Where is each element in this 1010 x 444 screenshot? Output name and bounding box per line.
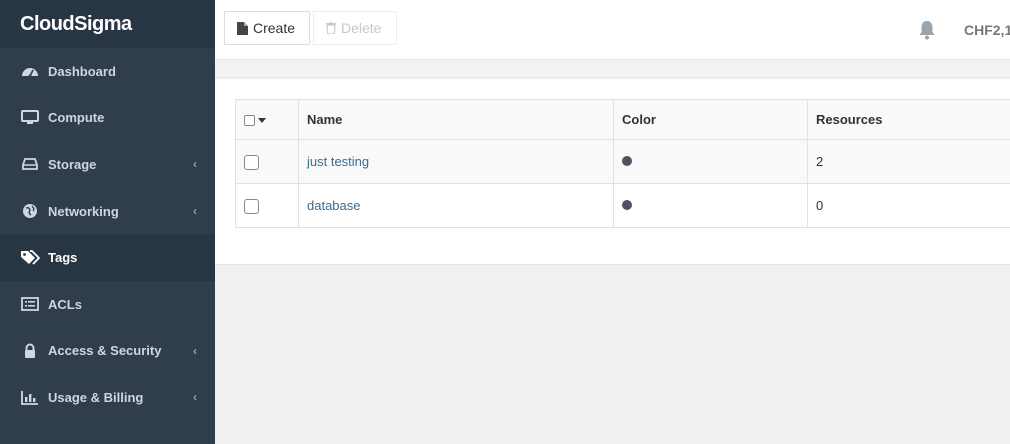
create-button-label: Create [253,20,296,36]
bar-chart-icon [20,389,40,405]
delete-button[interactable]: Delete [313,11,397,45]
top-bar: Create Delete CHF2,1 [215,0,1010,60]
row-checkbox[interactable] [244,154,259,170]
sidebar-item-storage[interactable]: Storage ‹ [0,141,215,188]
table-header-row: Name Color Resources [235,99,1010,140]
sidebar-item-label: Dashboard [48,63,116,79]
sidebar-item-dashboard[interactable]: Dashboard [0,48,215,95]
account-balance[interactable]: CHF2,1 [964,22,1010,38]
select-all-checkbox[interactable] [244,115,255,127]
tag-name-link[interactable]: just testing [307,154,369,169]
resources-count: 0 [807,183,1010,228]
sidebar-item-acls[interactable]: ACLs [0,281,215,328]
content-header-stripe [215,60,1010,78]
sidebar-item-networking[interactable]: Networking ‹ [0,188,215,235]
dashboard-icon [20,63,40,79]
delete-button-label: Delete [341,20,382,36]
tag-name-cell: just testing [298,139,614,184]
sidebar-item-label: Tags [48,250,78,266]
color-dot [622,156,632,166]
list-alt-icon [20,296,40,312]
column-header-name[interactable]: Name [298,99,614,140]
sidebar-item-label: Access & Security [48,343,162,359]
sidebar-item-tags[interactable]: Tags [0,234,215,281]
table-row[interactable]: just testing 2 [235,139,1010,184]
create-button[interactable]: Create [224,11,310,45]
sidebar-item-label: Networking [48,203,119,219]
column-header-color[interactable]: Color [613,99,808,140]
sidebar-item-label: Storage [48,156,97,172]
tags-icon [20,249,40,266]
logo[interactable]: CloudSigma [0,0,228,48]
row-checkbox-cell [235,183,299,228]
hard-drive-icon [20,156,40,172]
sidebar-item-compute[interactable]: Compute [0,95,215,142]
lock-icon [20,343,40,359]
color-dot [622,200,632,210]
tag-name-cell: database [298,183,614,228]
globe-icon [20,203,40,219]
sidebar-item-access-security[interactable]: Access & Security ‹ [0,328,215,375]
sidebar-item-label: Usage & Billing [48,389,144,405]
sidebar: CloudSigma Dashboard Compute Storage ‹ N… [0,0,228,444]
monitor-icon [20,110,40,126]
notifications-bell-icon[interactable] [918,20,936,43]
brand-name: CloudSigma [20,12,132,35]
tags-panel: Name Color Resources just testing 2 data… [215,79,1010,265]
resources-count: 2 [807,139,1010,184]
sidebar-item-label: ACLs [48,296,82,312]
tag-color-cell [613,139,808,184]
row-checkbox-cell [235,139,299,184]
caret-down-icon[interactable] [258,118,266,124]
row-checkbox[interactable] [244,198,259,214]
column-header-resources[interactable]: Resources [807,99,1010,140]
tags-table: Name Color Resources just testing 2 data… [235,99,1010,228]
select-all-header[interactable] [235,99,299,140]
trash-icon [326,22,336,34]
sidebar-item-label: Compute [48,110,105,126]
chevron-left-icon: ‹ [193,157,197,172]
tag-name-link[interactable]: database [307,198,361,213]
sidebar-item-usage-billing[interactable]: Usage & Billing ‹ [0,374,215,421]
sidebar-nav: Dashboard Compute Storage ‹ Networking ‹ [0,48,215,421]
tag-color-cell [613,183,808,228]
chevron-left-icon: ‹ [193,390,197,405]
chevron-left-icon: ‹ [193,343,197,358]
table-row[interactable]: database 0 [235,183,1010,228]
file-icon [237,21,248,35]
chevron-left-icon: ‹ [193,204,197,219]
